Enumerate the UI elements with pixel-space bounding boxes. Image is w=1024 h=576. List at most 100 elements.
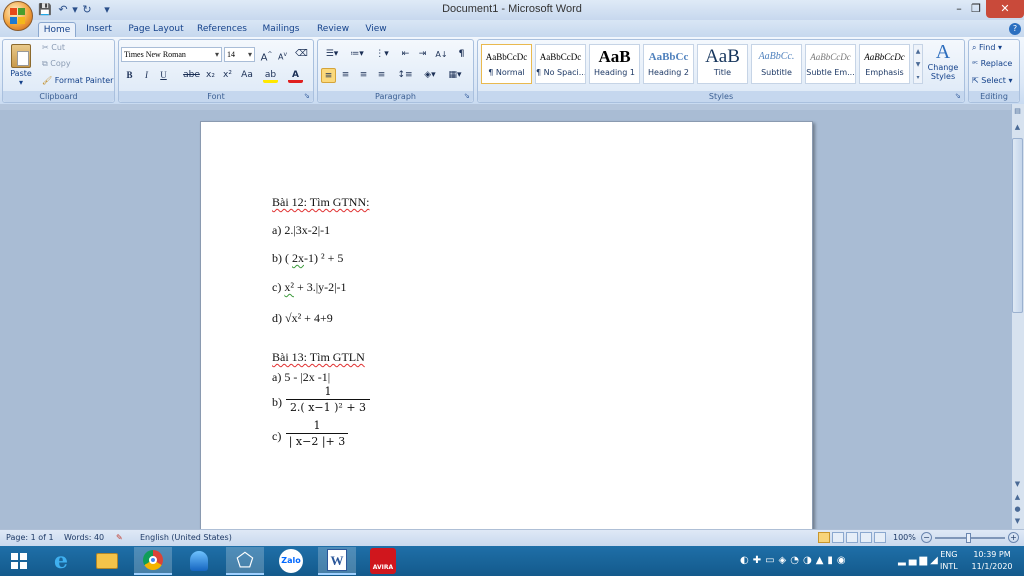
chrome-icon[interactable] [134, 547, 172, 575]
network-volume-icons[interactable]: ▂▄▆◢ [898, 555, 941, 567]
change-styles-button[interactable]: A Change Styles [926, 41, 960, 89]
increase-indent-icon[interactable]: ⇥ [415, 47, 430, 62]
grow-font-button[interactable]: A^ [259, 47, 274, 63]
style-no-spacing[interactable]: AaBbCcDc ¶ No Spaci... [535, 44, 586, 84]
ruler-toggle-icon[interactable]: ▤ [1012, 106, 1023, 117]
shrink-font-button[interactable]: Av [275, 47, 290, 62]
align-center-icon[interactable]: ≡ [338, 68, 353, 83]
fraction-numerator: 1 [313, 419, 321, 432]
exercise-12-c: c) x² + 3.|y-2|-1 [272, 280, 347, 294]
proofing-icon[interactable]: ✎ [116, 531, 123, 544]
align-right-icon[interactable]: ≡ [356, 68, 371, 83]
word-count[interactable]: Words: 40 [64, 531, 104, 544]
paragraph-group-label: Paragraph [318, 91, 473, 102]
clear-formatting-icon[interactable]: ⌫ [294, 47, 309, 62]
input-language[interactable]: ENG INTL [940, 549, 958, 573]
bullets-icon[interactable]: ☰▾ [321, 47, 343, 62]
next-page-icon[interactable]: ▼ [1012, 516, 1023, 527]
paragraph-dialog-launcher-icon[interactable]: ⬂ [464, 92, 470, 100]
styles-gallery-scroll[interactable]: ▲ ▼ ▾ [913, 44, 923, 84]
style-subtle-emphasis[interactable]: AaBbCcDc Subtle Em... [805, 44, 856, 84]
borders-icon[interactable]: ▦▾ [444, 68, 466, 83]
font-group-label: Font [119, 91, 313, 102]
start-button[interactable] [0, 546, 38, 576]
tab-review[interactable]: Review [313, 22, 353, 38]
zoom-in-button[interactable]: + [1008, 532, 1019, 543]
font-size-combo[interactable]: 14 ▾ [224, 47, 255, 62]
style-normal[interactable]: AaBbCcDc ¶ Normal [481, 44, 532, 84]
format-painter-button[interactable]: 🖌 Format Painter [42, 75, 113, 87]
language-indicator[interactable]: English (United States) [140, 531, 232, 544]
tab-mailings[interactable]: Mailings [258, 22, 304, 38]
window-title: Document1 - Microsoft Word [442, 3, 582, 15]
superscript-button[interactable]: x² [220, 68, 235, 83]
italic-button[interactable]: I [139, 68, 154, 83]
document-page[interactable] [200, 121, 813, 541]
tab-page-layout[interactable]: Page Layout [126, 22, 186, 38]
page-count[interactable]: Page: 1 of 1 [6, 531, 54, 544]
avira-icon[interactable]: AVIRA [364, 547, 402, 575]
numbering-icon[interactable]: ≔▾ [346, 47, 368, 62]
line-spacing-icon[interactable]: ↕≡ [395, 68, 415, 83]
copy-button[interactable]: ⧉ Copy [42, 58, 71, 70]
file-explorer-icon[interactable] [88, 547, 126, 575]
styles-dialog-launcher-icon[interactable]: ⬂ [955, 92, 961, 100]
style-emphasis[interactable]: AaBbCcDc Emphasis [859, 44, 910, 84]
tab-insert[interactable]: Insert [82, 22, 116, 38]
tab-references[interactable]: References [195, 22, 249, 38]
outline-icon[interactable] [860, 532, 872, 543]
cut-button[interactable]: ✂ Cut [42, 42, 65, 54]
view-buttons [818, 532, 888, 543]
close-button[interactable]: ✕ [986, 0, 1024, 18]
paste-button[interactable]: Paste ▾ [8, 42, 34, 88]
zoom-out-button[interactable]: − [921, 532, 932, 543]
multilevel-list-icon[interactable]: ⋮▾ [371, 47, 393, 62]
clock[interactable]: 10:39 PM 11/1/2020 [968, 549, 1016, 573]
style-heading-2[interactable]: AaBbCc Heading 2 [643, 44, 694, 84]
font-color-button[interactable]: A [288, 68, 303, 83]
system-tray-icons[interactable]: ◐✚▭◈◔◑▲▮◉ [740, 555, 850, 567]
decrease-indent-icon[interactable]: ⇤ [398, 47, 413, 62]
web-layout-icon[interactable] [846, 532, 858, 543]
style-heading-1[interactable]: AaB Heading 1 [589, 44, 640, 84]
zoom-level[interactable]: 100% [893, 531, 916, 544]
underline-button[interactable]: U [156, 68, 171, 83]
help-icon[interactable]: ? [1009, 23, 1021, 35]
vertical-scroll-thumb[interactable] [1012, 138, 1023, 313]
word-app-icon[interactable]: W [318, 547, 356, 575]
subscript-button[interactable]: x₂ [203, 68, 218, 83]
select-browse-object-icon[interactable]: ● [1012, 504, 1023, 515]
print-layout-icon[interactable] [818, 532, 830, 543]
internet-explorer-icon[interactable]: e [42, 547, 80, 575]
previous-page-icon[interactable]: ▲ [1012, 492, 1023, 503]
change-case-button[interactable]: Aa [238, 68, 256, 83]
select-button[interactable]: ⇱ Select ▾ [972, 75, 1013, 87]
bold-button[interactable]: B [122, 68, 137, 83]
scroll-up-icon[interactable]: ▲ [1012, 122, 1023, 133]
tab-view[interactable]: View [362, 22, 390, 38]
unikey-icon[interactable] [180, 547, 218, 575]
office-button[interactable] [3, 1, 33, 31]
style-title[interactable]: AaB Title [697, 44, 748, 84]
tab-home[interactable]: Home [38, 22, 76, 38]
zoom-slider-thumb[interactable] [966, 533, 971, 543]
font-name-combo[interactable]: Times New Roman ▾ [121, 47, 222, 62]
align-left-icon[interactable]: ≡ [321, 68, 336, 83]
show-formatting-marks-icon[interactable]: ¶ [454, 47, 469, 62]
justify-icon[interactable]: ≡ [374, 68, 389, 83]
highlight-button[interactable]: ab [263, 68, 278, 83]
styles-group-label: Styles [478, 91, 964, 102]
zalo-icon[interactable]: Zalo [272, 547, 310, 575]
draft-icon[interactable] [874, 532, 886, 543]
shading-icon[interactable]: ◈▾ [420, 68, 440, 83]
strikethrough-button[interactable]: abe [183, 68, 200, 83]
sort-icon[interactable]: A↓ [433, 47, 450, 62]
network-app-icon[interactable]: ⬠ [226, 547, 264, 575]
find-button[interactable]: ⌕ Find ▾ [972, 42, 1002, 54]
exercise-13-c-fraction: 1 | x−2 |+ 3 [286, 419, 348, 448]
font-dialog-launcher-icon[interactable]: ⬂ [304, 92, 310, 100]
full-screen-reading-icon[interactable] [832, 532, 844, 543]
scroll-down-icon[interactable]: ▼ [1012, 479, 1023, 490]
replace-button[interactable]: ᵃᶜ Replace [972, 58, 1012, 70]
style-subtitle[interactable]: AaBbCc. Subtitle [751, 44, 802, 84]
